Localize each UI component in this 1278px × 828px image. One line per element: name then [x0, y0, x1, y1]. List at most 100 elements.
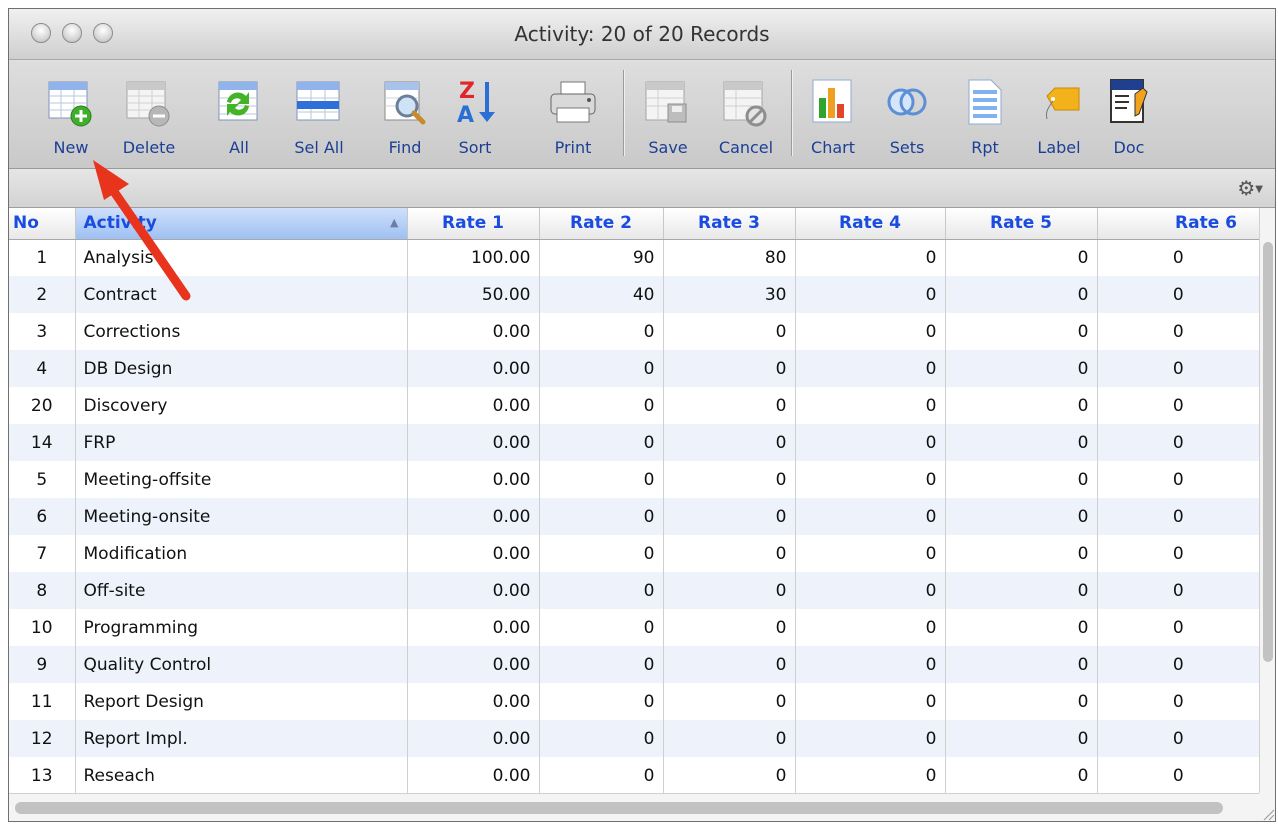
cell-rate-5[interactable]: 0 [945, 498, 1098, 535]
cell-rate-1[interactable]: 0.00 [407, 757, 540, 793]
table-row[interactable]: 6 Meeting-onsite 0.00 0 0 0 0 0 [9, 498, 1259, 535]
cell-rate-5[interactable]: 0 [945, 720, 1098, 757]
cell-rate-5[interactable]: 0 [945, 350, 1098, 387]
cell-rate-4[interactable]: 0 [795, 683, 946, 720]
cell-rate-1[interactable]: 0.00 [407, 350, 540, 387]
cell-rate-1[interactable]: 0.00 [407, 609, 540, 646]
cell-rate-2[interactable]: 0 [539, 387, 664, 424]
cell-rate-6[interactable]: 0 [1097, 387, 1259, 424]
delete-button[interactable]: Delete [117, 60, 181, 168]
cell-no[interactable]: 12 [9, 720, 76, 757]
cell-rate-2[interactable]: 0 [539, 609, 664, 646]
horizontal-scrollbar[interactable] [9, 793, 1259, 821]
cell-rate-2[interactable]: 0 [539, 424, 664, 461]
cell-rate-2[interactable]: 0 [539, 720, 664, 757]
cell-rate-6[interactable]: 0 [1097, 313, 1259, 350]
cell-rate-6[interactable]: 0 [1097, 757, 1259, 793]
cell-rate-5[interactable]: 0 [945, 239, 1098, 276]
cell-rate-1[interactable]: 0.00 [407, 646, 540, 683]
cell-activity[interactable]: Meeting-offsite [75, 461, 408, 498]
cell-rate-1[interactable]: 0.00 [407, 387, 540, 424]
cell-rate-3[interactable]: 30 [663, 276, 796, 313]
cell-rate-3[interactable]: 0 [663, 498, 796, 535]
title-bar[interactable]: Activity: 20 of 20 Records [9, 9, 1275, 60]
cell-rate-1[interactable]: 0.00 [407, 572, 540, 609]
label-button[interactable]: Label [1029, 60, 1089, 168]
cell-rate-6[interactable]: 0 [1097, 572, 1259, 609]
cell-rate-3[interactable]: 0 [663, 609, 796, 646]
cell-rate-5[interactable]: 0 [945, 313, 1098, 350]
cell-rate-4[interactable]: 0 [795, 757, 946, 793]
cell-activity[interactable]: Discovery [75, 387, 408, 424]
cell-rate-6[interactable]: 0 [1097, 498, 1259, 535]
cell-rate-2[interactable]: 0 [539, 313, 664, 350]
cell-no[interactable]: 20 [9, 387, 76, 424]
sort-button[interactable]: Z A Sort [449, 60, 501, 168]
column-header-activity[interactable]: Activity ▲ [75, 208, 408, 240]
cell-rate-3[interactable]: 0 [663, 350, 796, 387]
cell-rate-2[interactable]: 0 [539, 461, 664, 498]
document-button[interactable]: Doc [1105, 60, 1153, 168]
cell-rate-3[interactable]: 0 [663, 720, 796, 757]
sets-button[interactable]: Sets [881, 60, 933, 168]
cell-rate-6[interactable]: 0 [1097, 609, 1259, 646]
cell-rate-3[interactable]: 0 [663, 683, 796, 720]
table-row[interactable]: 13 Reseach 0.00 0 0 0 0 0 [9, 757, 1259, 793]
column-header-no[interactable]: No [9, 208, 76, 240]
table-row[interactable]: 9 Quality Control 0.00 0 0 0 0 0 [9, 646, 1259, 683]
cell-rate-3[interactable]: 0 [663, 461, 796, 498]
cell-no[interactable]: 13 [9, 757, 76, 793]
cell-rate-5[interactable]: 0 [945, 683, 1098, 720]
cell-rate-2[interactable]: 0 [539, 683, 664, 720]
column-header-rate-2[interactable]: Rate 2 [539, 208, 664, 240]
vertical-scrollbar-thumb[interactable] [1263, 242, 1273, 662]
find-button[interactable]: Find [381, 60, 429, 168]
cell-rate-2[interactable]: 0 [539, 572, 664, 609]
cell-rate-5[interactable]: 0 [945, 646, 1098, 683]
cell-no[interactable]: 10 [9, 609, 76, 646]
cell-rate-1[interactable]: 0.00 [407, 720, 540, 757]
table-row[interactable]: 1 Analysis 100.00 90 80 0 0 0 [9, 239, 1259, 276]
table-row[interactable]: 7 Modification 0.00 0 0 0 0 0 [9, 535, 1259, 572]
cell-rate-2[interactable]: 0 [539, 350, 664, 387]
cell-rate-4[interactable]: 0 [795, 313, 946, 350]
cell-rate-4[interactable]: 0 [795, 424, 946, 461]
cell-rate-3[interactable]: 0 [663, 572, 796, 609]
cell-rate-4[interactable]: 0 [795, 387, 946, 424]
cancel-button[interactable]: Cancel [711, 60, 781, 168]
cell-rate-2[interactable]: 0 [539, 498, 664, 535]
cell-no[interactable]: 8 [9, 572, 76, 609]
cell-rate-1[interactable]: 50.00 [407, 276, 540, 313]
cell-activity[interactable]: Analysis [75, 239, 408, 276]
cell-rate-4[interactable]: 0 [795, 646, 946, 683]
cell-activity[interactable]: Quality Control [75, 646, 408, 683]
cell-rate-4[interactable]: 0 [795, 720, 946, 757]
table-row[interactable]: 20 Discovery 0.00 0 0 0 0 0 [9, 387, 1259, 424]
table-row[interactable]: 11 Report Design 0.00 0 0 0 0 0 [9, 683, 1259, 720]
cell-rate-2[interactable]: 0 [539, 646, 664, 683]
cell-no[interactable]: 3 [9, 313, 76, 350]
cell-rate-1[interactable]: 100.00 [407, 239, 540, 276]
cell-rate-6[interactable]: 0 [1097, 683, 1259, 720]
select-all-button[interactable]: Sel All [285, 60, 353, 168]
table-row[interactable]: 8 Off-site 0.00 0 0 0 0 0 [9, 572, 1259, 609]
cell-rate-1[interactable]: 0.00 [407, 498, 540, 535]
column-header-rate-3[interactable]: Rate 3 [663, 208, 796, 240]
cell-activity[interactable]: DB Design [75, 350, 408, 387]
column-header-rate-6[interactable]: Rate 6 [1097, 208, 1259, 240]
cell-rate-1[interactable]: 0.00 [407, 461, 540, 498]
cell-rate-3[interactable]: 0 [663, 646, 796, 683]
table-row[interactable]: 2 Contract 50.00 40 30 0 0 0 [9, 276, 1259, 313]
cell-activity[interactable]: Modification [75, 535, 408, 572]
cell-rate-6[interactable]: 0 [1097, 424, 1259, 461]
cell-no[interactable]: 6 [9, 498, 76, 535]
cell-rate-5[interactable]: 0 [945, 757, 1098, 793]
cell-rate-3[interactable]: 0 [663, 387, 796, 424]
cell-activity[interactable]: FRP [75, 424, 408, 461]
cell-rate-4[interactable]: 0 [795, 535, 946, 572]
cell-rate-3[interactable]: 0 [663, 313, 796, 350]
cell-rate-2[interactable]: 90 [539, 239, 664, 276]
cell-no[interactable]: 1 [9, 239, 76, 276]
cell-rate-6[interactable]: 0 [1097, 535, 1259, 572]
cell-rate-5[interactable]: 0 [945, 535, 1098, 572]
